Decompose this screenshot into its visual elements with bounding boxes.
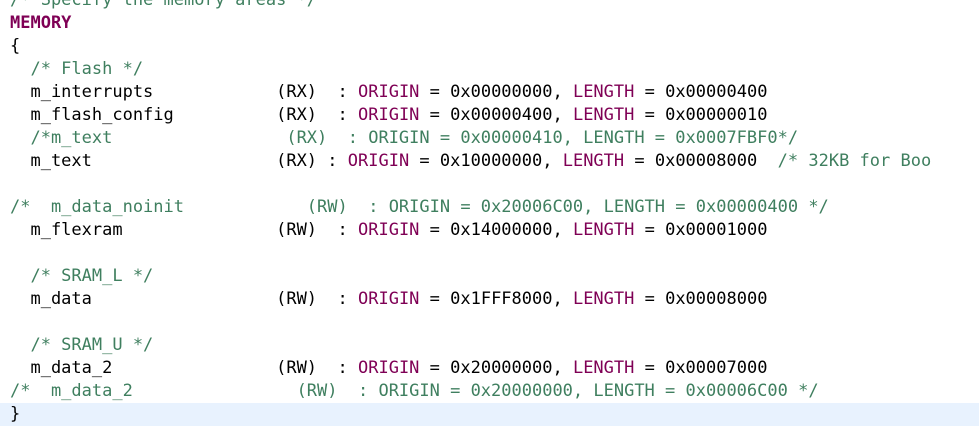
code-line-content: m_flexram (RW) : ORIGIN = 0x14000000, LE… [10,219,767,242]
code-line-content: } [10,403,20,426]
code-text: m_data_2 (RW) : [10,358,358,378]
code-text: = 0x00000400 [634,82,768,102]
code-comment: /* SRAM_U */ [10,335,154,355]
code-field-name: LENGTH [572,220,635,240]
code-line-content: m_text (RX) : ORIGIN = 0x10000000, LENGT… [10,150,931,173]
code-line[interactable]: /* Specify the memory areas */ [0,0,979,12]
code-line[interactable]: /* m_data_noinit (RW) : ORIGIN = 0x20006… [0,196,979,219]
code-line-content: /* Specify the memory areas */ [10,0,317,12]
code-field-name: LENGTH [572,289,635,309]
code-text: m_text (RX) : [10,151,348,171]
code-text: = 0x00000000, [419,82,573,102]
code-line[interactable]: m_interrupts (RX) : ORIGIN = 0x00000000,… [0,81,979,104]
code-text: = 0x00008000 [634,289,768,309]
code-line-content: /* SRAM_U */ [10,334,153,357]
code-line[interactable]: MEMORY [0,12,979,35]
code-text: m_flexram (RW) : [10,220,358,240]
code-line[interactable]: /* SRAM_L */ [0,265,979,288]
code-comment: /* m_data_2 (RW) : ORIGIN = 0x20000000, … [10,381,819,401]
code-text: m_flash_config (RX) : [10,105,358,125]
code-line-content: m_flash_config (RX) : ORIGIN = 0x0000040… [10,104,767,127]
code-line[interactable]: { [0,35,979,58]
code-text: m_data (RW) : [10,289,358,309]
code-line-content: m_interrupts (RX) : ORIGIN = 0x00000000,… [10,81,767,104]
code-line[interactable]: /* m_data_2 (RW) : ORIGIN = 0x20000000, … [0,380,979,403]
code-field-name: ORIGIN [358,105,420,125]
code-text: = 0x00000010 [634,105,768,125]
code-line[interactable]: /* Flash */ [0,58,979,81]
code-line-content: m_data_2 (RW) : ORIGIN = 0x20000000, LEN… [10,357,767,380]
code-field-name: ORIGIN [358,220,420,240]
code-text: = 0x00001000 [634,220,768,240]
code-line[interactable]: m_data_2 (RW) : ORIGIN = 0x20000000, LEN… [0,357,979,380]
code-line-content: /* Flash */ [10,58,143,81]
code-text: } [10,404,21,424]
code-line[interactable]: m_data (RW) : ORIGIN = 0x1FFF8000, LENGT… [0,288,979,311]
code-field-name: ORIGIN [358,358,420,378]
code-line[interactable] [0,173,979,196]
code-text: = 0x00000400, [419,105,573,125]
code-text: { [10,36,21,56]
code-text: = 0x20000000, [419,358,573,378]
code-comment: /* Flash */ [10,59,144,79]
code-text: = 0x1FFF8000, [419,289,573,309]
code-comment: /* Specify the memory areas */ [10,0,318,10]
code-line[interactable]: m_text (RX) : ORIGIN = 0x10000000, LENGT… [0,150,979,173]
code-line-content: MEMORY [10,12,71,35]
code-line-content: /* m_data_2 (RW) : ORIGIN = 0x20000000, … [10,380,819,403]
code-comment: /* SRAM_L */ [10,266,154,286]
code-line-content: /*m_text (RX) : ORIGIN = 0x00000410, LEN… [10,127,798,150]
code-line-content: /* SRAM_L */ [10,265,153,288]
code-line[interactable] [0,242,979,265]
code-line-content: m_data (RW) : ORIGIN = 0x1FFF8000, LENGT… [10,288,767,311]
code-line[interactable]: /*m_text (RX) : ORIGIN = 0x00000410, LEN… [0,127,979,150]
code-field-name: LENGTH [572,105,635,125]
code-line-current[interactable]: } [0,403,979,426]
code-line[interactable]: m_flexram (RW) : ORIGIN = 0x14000000, LE… [0,219,979,242]
code-line-content: /* m_data_noinit (RW) : ORIGIN = 0x20006… [10,196,829,219]
code-text: = 0x00007000 [634,358,768,378]
code-comment: /*m_text (RX) : ORIGIN = 0x00000410, LEN… [10,128,799,148]
code-text: = 0x10000000, [409,151,563,171]
code-keyword: MEMORY [10,13,72,33]
code-line[interactable] [0,311,979,334]
code-line[interactable]: /* SRAM_U */ [0,334,979,357]
code-text: = 0x00008000 [624,151,778,171]
code-field-name: LENGTH [562,151,625,171]
code-comment: /* 32KB for Boo [777,151,932,171]
code-line-content: { [10,35,20,58]
code-field-name: ORIGIN [358,82,420,102]
code-field-name: ORIGIN [347,151,410,171]
code-text: m_interrupts (RX) : [10,82,358,102]
code-text: = 0x14000000, [419,220,573,240]
code-line[interactable]: m_flash_config (RX) : ORIGIN = 0x0000040… [0,104,979,127]
code-editor[interactable]: /* Specify the memory areas */ MEMORY { /*… [0,0,979,436]
code-field-name: LENGTH [572,358,635,378]
code-comment: /* m_data_noinit (RW) : ORIGIN = 0x20006… [10,197,829,217]
code-field-name: LENGTH [572,82,635,102]
code-field-name: ORIGIN [358,289,420,309]
